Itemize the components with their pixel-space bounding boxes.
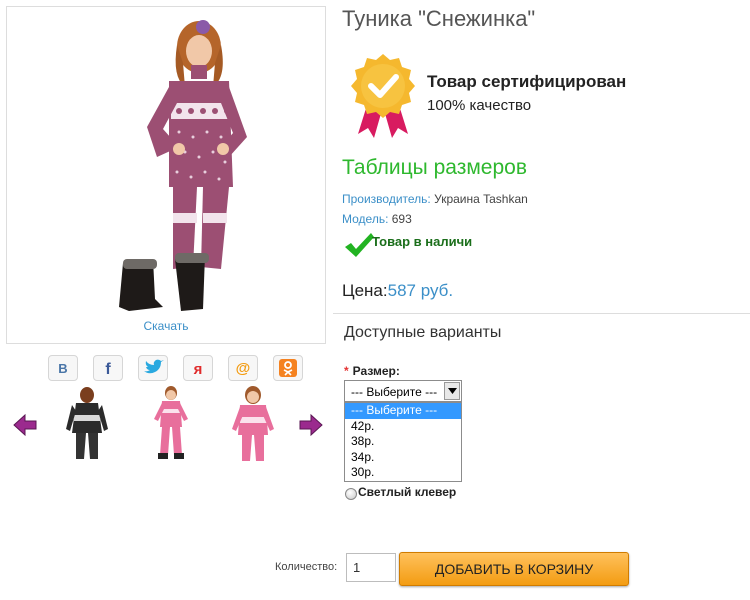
manufacturer-value: Украина Tashkan [434,192,528,206]
divider [333,313,750,314]
stock-status: Товар в наличи [372,234,473,249]
mail-share-button[interactable]: @ [228,355,258,381]
manufacturer-key[interactable]: Производитель: [342,192,431,206]
facebook-share-button[interactable]: f [93,355,123,381]
size-option[interactable]: 34р. [345,450,461,466]
thumbnail-1[interactable] [56,385,118,463]
svg-text:@: @ [236,360,251,377]
twitter-share-button[interactable] [138,355,168,381]
color-radio[interactable] [345,488,357,500]
manufacturer-line: Производитель: Украина Tashkan [342,192,528,206]
next-thumbnail-arrow-icon[interactable] [298,412,324,438]
size-option[interactable]: 30р. [345,465,461,481]
size-select-value: --- Выберите --- [351,385,438,399]
thumbnail-2[interactable] [140,385,202,463]
odnoklassniki-share-button[interactable]: я [183,355,213,381]
ok-share-button[interactable] [273,355,303,381]
size-option[interactable]: 42р. [345,419,461,435]
size-label: * Размер: [344,364,400,378]
product-main-image[interactable]: Скачать [6,6,326,344]
chevron-down-icon [448,388,457,394]
size-option[interactable]: 38р. [345,434,461,450]
price-label: Цена: [342,281,388,300]
size-options-list: --- Выберите --- 42р. 38р. 34р. 30р. [344,402,462,482]
model-value: 693 [391,212,412,226]
in-stock-check-icon [345,233,374,257]
size-select[interactable]: --- Выберите --- [344,380,462,402]
add-to-cart-button[interactable]: ДОБАВИТЬ В КОРЗИНУ [399,552,629,586]
certified-subtitle: 100% качество [427,97,532,114]
product-title: Туника "Снежинка" [342,6,536,31]
download-link[interactable]: Скачать [7,319,325,333]
quantity-input[interactable] [346,553,396,582]
ok-icon [279,359,297,377]
prev-thumbnail-arrow-icon[interactable] [12,412,38,438]
price-value: 587 руб. [387,281,454,300]
thumbnail-3[interactable] [222,385,284,463]
quantity-label: Количество: [275,561,338,573]
price-row: Цена:587 руб. [342,281,453,301]
mail-icon: @ [236,360,251,377]
dropdown-arrow[interactable] [444,382,460,400]
color-option-label: Светлый клевер [358,485,457,499]
svg-text:f: f [105,361,111,378]
available-options-title: Доступные варианты [344,324,502,341]
twitter-icon [144,359,164,374]
required-mark: * [344,364,349,378]
certified-title: Товар сертифицирован [427,72,627,91]
size-option[interactable]: --- Выберите --- [345,403,461,419]
model-key: Модель: [342,212,389,226]
odnoklassniki-icon: я [194,361,203,378]
size-table-link[interactable]: Таблицы размеров [342,156,527,180]
size-label-text: Размер: [352,364,400,378]
vk-share-button[interactable]: B [48,355,78,381]
vk-icon: B [58,361,67,376]
certified-badge-icon [351,54,415,138]
model-line: Модель: 693 [342,212,412,226]
svg-text:B: B [58,361,67,376]
svg-text:я: я [194,361,203,378]
facebook-icon: f [105,361,111,378]
